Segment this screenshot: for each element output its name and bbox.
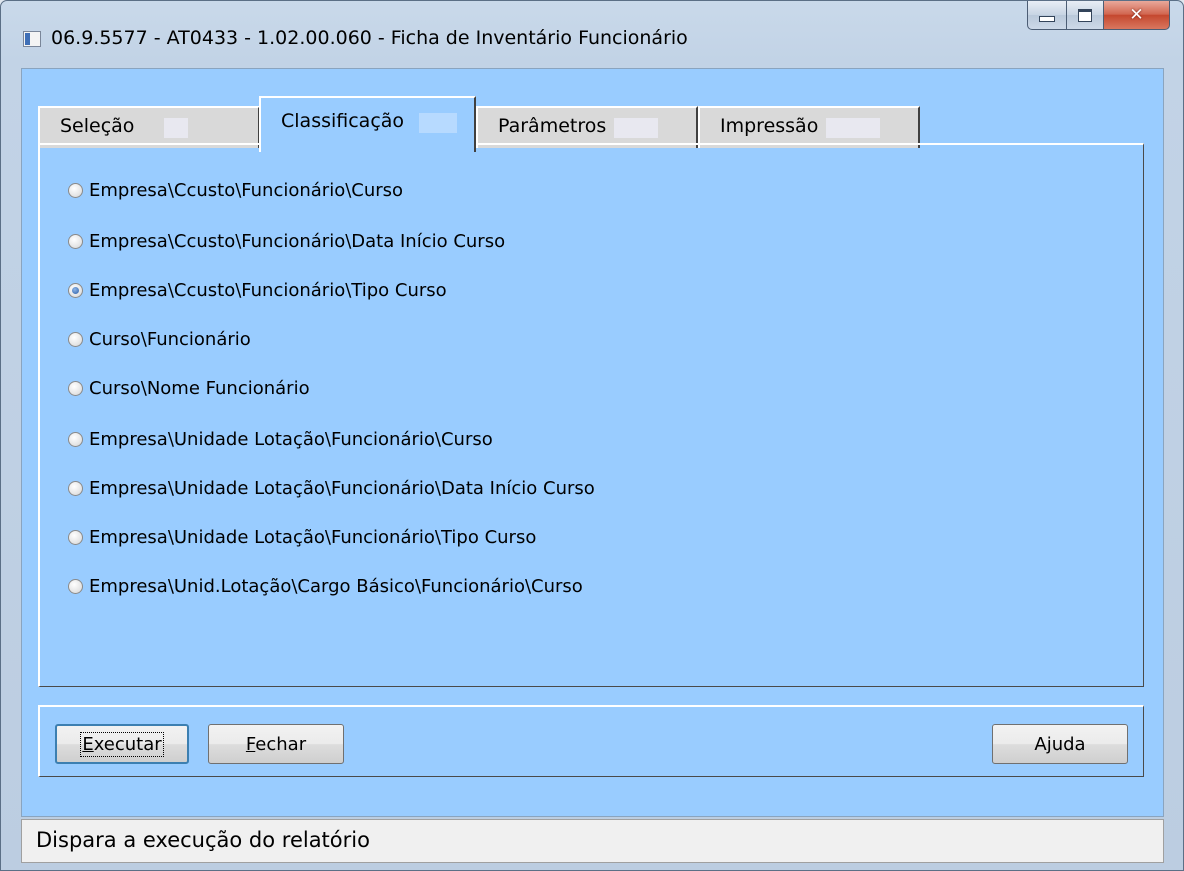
caption-buttons: ✕ bbox=[1027, 1, 1170, 31]
execute-button-label: Executar bbox=[80, 731, 164, 757]
tab-classificacao[interactable]: Classificação bbox=[259, 96, 476, 152]
classification-panel: Empresa\Ccusto\Funcionário\Curso Empresa… bbox=[38, 143, 1144, 687]
radio-option[interactable]: Empresa\Ccusto\Funcionário\Tipo Curso bbox=[68, 276, 447, 304]
radio-option[interactable]: Empresa\Ccusto\Funcionário\Data Início C… bbox=[68, 227, 505, 255]
tab-label: Parâmetros bbox=[498, 115, 607, 137]
tab-label: Impressão bbox=[720, 115, 819, 137]
radio-label: Empresa\Ccusto\Funcionário\Curso bbox=[89, 179, 404, 201]
radio-icon[interactable] bbox=[68, 529, 83, 545]
minimize-icon bbox=[1039, 16, 1055, 22]
tab-selecao[interactable]: Seleção bbox=[38, 106, 260, 148]
radio-icon[interactable] bbox=[68, 233, 83, 249]
minimize-button[interactable] bbox=[1027, 1, 1067, 30]
tab-impressao[interactable]: Impressão bbox=[698, 106, 920, 148]
radio-option[interactable]: Curso\Nome Funcionário bbox=[68, 374, 310, 402]
window-title: 06.9.5577 - AT0433 - 1.02.00.060 - Ficha… bbox=[51, 27, 688, 49]
app-icon[interactable] bbox=[23, 31, 41, 47]
help-button-label: Ajuda bbox=[1034, 733, 1086, 755]
radio-icon[interactable] bbox=[68, 331, 83, 347]
client-area: Seleção Classificação Parâmetros Impress… bbox=[21, 68, 1164, 817]
radio-option[interactable]: Empresa\Unid.Lotação\Cargo Básico\Funcio… bbox=[68, 572, 583, 600]
tab-decoration bbox=[164, 118, 188, 138]
radio-label: Curso\Nome Funcionário bbox=[89, 377, 310, 399]
tab-decoration bbox=[419, 113, 457, 133]
radio-label: Empresa\Unid.Lotação\Cargo Básico\Funcio… bbox=[89, 575, 583, 597]
radio-option[interactable]: Curso\Funcionário bbox=[68, 325, 251, 353]
report-window: 06.9.5577 - AT0433 - 1.02.00.060 - Ficha… bbox=[0, 0, 1184, 871]
radio-option[interactable]: Empresa\Ccusto\Funcionário\Curso bbox=[68, 176, 403, 204]
radio-icon[interactable] bbox=[68, 182, 83, 198]
radio-label: Empresa\Unidade Lotação\Funcionário\Data… bbox=[89, 477, 595, 499]
button-bar: Executar Fechar Ajuda bbox=[38, 705, 1144, 777]
radio-icon[interactable] bbox=[68, 431, 83, 447]
status-bar: Dispara a execução do relatório bbox=[21, 819, 1164, 863]
tab-decoration bbox=[826, 118, 880, 138]
radio-option[interactable]: Empresa\Unidade Lotação\Funcionário\Curs… bbox=[68, 425, 493, 453]
tab-decoration bbox=[614, 118, 658, 138]
maximize-button[interactable] bbox=[1067, 1, 1104, 30]
execute-button[interactable]: Executar bbox=[55, 724, 189, 764]
tab-parametros[interactable]: Parâmetros bbox=[476, 106, 698, 148]
tab-label: Seleção bbox=[60, 115, 135, 137]
radio-label: Empresa\Unidade Lotação\Funcionário\Tipo… bbox=[89, 526, 537, 548]
radio-label: Empresa\Ccusto\Funcionário\Tipo Curso bbox=[89, 279, 447, 301]
help-button[interactable]: Ajuda bbox=[992, 724, 1128, 764]
radio-option[interactable]: Empresa\Unidade Lotação\Funcionário\Data… bbox=[68, 474, 595, 502]
radio-checked-icon[interactable] bbox=[68, 282, 83, 298]
title-bar[interactable]: 06.9.5577 - AT0433 - 1.02.00.060 - Ficha… bbox=[1, 1, 1183, 63]
radio-icon[interactable] bbox=[68, 380, 83, 396]
radio-icon[interactable] bbox=[68, 578, 83, 594]
radio-option[interactable]: Empresa\Unidade Lotação\Funcionário\Tipo… bbox=[68, 523, 536, 551]
radio-label: Curso\Funcionário bbox=[89, 328, 251, 350]
close-icon: ✕ bbox=[1129, 5, 1144, 25]
close-form-button-label: Fechar bbox=[245, 733, 307, 755]
radio-icon[interactable] bbox=[68, 480, 83, 496]
radio-label: Empresa\Unidade Lotação\Funcionário\Curs… bbox=[89, 428, 493, 450]
close-button[interactable]: ✕ bbox=[1104, 1, 1170, 30]
close-form-button[interactable]: Fechar bbox=[208, 724, 344, 764]
maximize-icon bbox=[1078, 8, 1092, 22]
radio-label: Empresa\Ccusto\Funcionário\Data Início C… bbox=[89, 230, 506, 252]
tab-label: Classificação bbox=[281, 110, 405, 132]
status-text: Dispara a execução do relatório bbox=[36, 828, 370, 852]
